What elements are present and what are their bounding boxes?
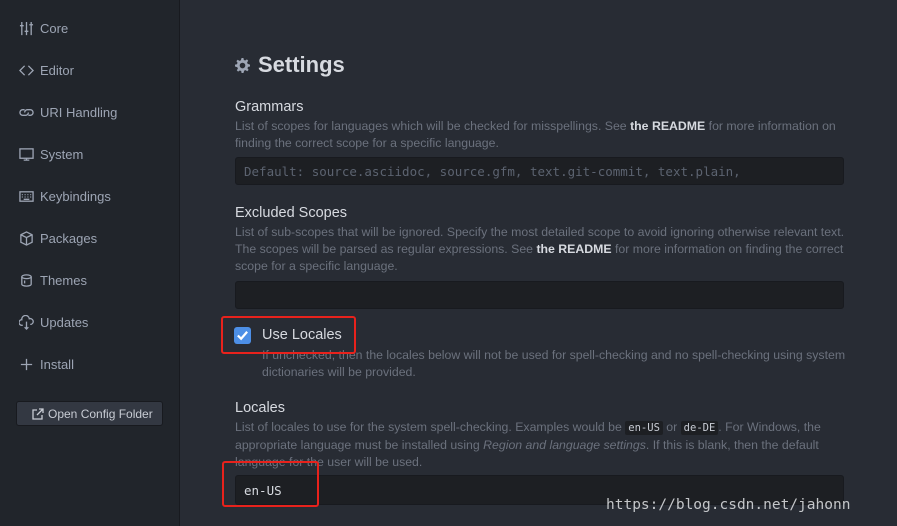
sidebar-item-core[interactable]: Core [18,17,68,39]
link-icon [18,104,34,120]
settings-panel: Settings Grammars List of scopes for lan… [181,0,897,526]
sliders-icon [18,20,34,36]
sidebar-item-packages[interactable]: Packages [18,227,97,249]
grammars-description: List of scopes for languages which will … [235,119,836,150]
sidebar-item-label: Core [40,20,69,36]
open-config-folder-button[interactable]: Open Config Folder [16,401,163,426]
paintcan-icon [18,272,34,288]
sidebar-item-editor[interactable]: Editor [18,59,74,81]
sidebar-item-label: Keybindings [40,188,111,204]
sidebar-item-label: Updates [40,314,89,330]
readme-link[interactable]: the README [536,242,611,256]
external-link-icon [32,407,44,420]
code-en-us: en-US [625,421,663,435]
sidebar-item-label: Packages [40,230,98,246]
settings-sidebar: Core Editor URI Handling System Keybindi… [0,0,180,526]
grammars-title: Grammars [235,99,304,115]
sidebar-item-keybindings[interactable]: Keybindings [18,185,111,207]
locales-title: Locales [235,400,285,416]
watermark: https://blog.csdn.net/jahonn [606,497,851,513]
checkmark-icon [237,331,248,341]
sidebar-item-label: Editor [40,62,74,78]
monitor-icon [18,146,34,162]
locales-value: en-US [244,482,282,498]
use-locales-description: If unchecked, then the locales below wil… [262,348,846,379]
use-locales-label[interactable]: Use Locales [262,327,342,343]
code-icon [18,62,34,78]
sidebar-item-label: System [40,146,84,162]
grammars-placeholder: Default: source.asciidoc, source.gfm, te… [244,163,741,179]
sidebar-item-label: Themes [40,272,87,288]
code-de-de: de-DE [680,421,719,435]
sidebar-item-uri-handling[interactable]: URI Handling [18,101,117,123]
sidebar-item-label: URI Handling [40,104,118,120]
readme-link[interactable]: the README [630,119,705,133]
sidebar-item-themes[interactable]: Themes [18,269,87,291]
sidebar-item-install[interactable]: Install [18,353,74,375]
locales-description: List of locales to use for the system sp… [235,420,821,469]
use-locales-checkbox[interactable] [234,327,251,344]
sidebar-item-system[interactable]: System [18,143,83,165]
grammars-input[interactable]: Default: source.asciidoc, source.gfm, te… [235,157,844,185]
cloud-download-icon [18,314,34,330]
sidebar-item-label: Install [40,356,74,372]
excluded-scopes-input[interactable] [235,281,844,309]
sidebar-item-updates[interactable]: Updates [18,311,88,333]
plus-icon [18,356,34,372]
open-config-folder-label: Open Config Folder [48,406,153,421]
package-icon [18,230,34,246]
excluded-scopes-title: Excluded Scopes [235,205,348,221]
keyboard-icon [18,188,34,204]
gear-icon [235,57,250,73]
page-title-text: Settings [258,52,345,77]
page-title: Settings [235,52,345,78]
excluded-scopes-description: List of sub-scopes that will be ignored.… [235,225,845,273]
